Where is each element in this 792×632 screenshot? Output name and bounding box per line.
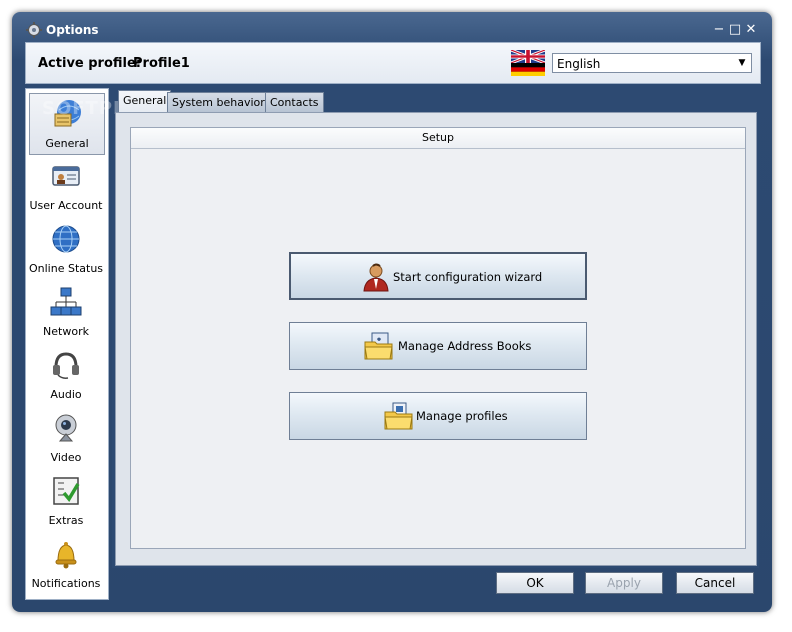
sidebar-item-label: Network <box>43 325 89 338</box>
sidebar-item-notifications[interactable]: Notifications <box>29 534 103 594</box>
manage-address-books-button[interactable]: Manage Address Books <box>289 322 587 370</box>
sidebar-item-label: Notifications <box>31 577 101 590</box>
language-select[interactable]: English ▼ <box>552 53 752 73</box>
manage-profiles-label: Manage profiles <box>416 409 508 423</box>
user-wizard-icon <box>363 263 389 292</box>
sidebar-item-extras[interactable]: Extras <box>29 471 103 531</box>
ok-button[interactable]: OK <box>496 572 574 594</box>
sidebar-item-network[interactable]: Network <box>29 282 103 342</box>
id-card-icon <box>52 166 80 186</box>
headset-icon <box>53 352 79 379</box>
language-value: English <box>557 57 601 71</box>
sidebar-item-label: Online Status <box>29 262 104 275</box>
active-profile-value: Profile1 <box>133 56 190 71</box>
minimize-button[interactable]: − <box>712 22 726 37</box>
sidebar-item-label: Audio <box>50 388 82 401</box>
network-icon <box>50 287 82 316</box>
sidebar-item-label: Extras <box>48 514 84 527</box>
sidebar-item-online-status[interactable]: Online Status <box>29 219 103 279</box>
tab-general[interactable]: General <box>118 90 172 112</box>
apply-button[interactable]: Apply <box>585 572 663 594</box>
bell-icon <box>55 542 77 569</box>
active-profile-label: Active profile: <box>38 56 142 71</box>
cancel-button[interactable]: Cancel <box>676 572 754 594</box>
webcam-icon <box>55 414 77 442</box>
sidebar-item-label: User Account <box>29 199 103 212</box>
setup-header: Setup <box>131 128 745 149</box>
options-window: Options − □ ✕ Active profile: Profile1 E… <box>12 12 772 612</box>
sidebar-item-audio[interactable]: Audio <box>29 345 103 405</box>
manage-profiles-button[interactable]: Manage profiles <box>289 392 587 440</box>
checklist-icon <box>53 477 80 505</box>
globe-icon <box>52 225 80 253</box>
tab-panel: Setup Start configuration wizard Manage … <box>115 112 757 566</box>
sidebar-item-video[interactable]: Video <box>29 408 103 468</box>
folder-profile-icon <box>384 402 413 430</box>
sidebar-item-label: Video <box>50 451 82 464</box>
tab-system-behavior[interactable]: System behavior <box>167 92 270 112</box>
profile-bar: Active profile: Profile1 English ▼ <box>25 42 761 84</box>
start-configuration-wizard-button[interactable]: Start configuration wizard <box>289 252 587 300</box>
setup-group: Setup Start configuration wizard Manage … <box>130 127 746 549</box>
tab-contacts[interactable]: Contacts <box>265 92 324 112</box>
sidebar: General User Account Online Status Netwo… <box>25 88 109 600</box>
sidebar-item-label: General <box>45 137 89 150</box>
maximize-button[interactable]: □ <box>728 22 742 37</box>
manage-address-books-label: Manage Address Books <box>398 339 532 353</box>
sidebar-item-user-account[interactable]: User Account <box>29 156 103 216</box>
start-configuration-wizard-label: Start configuration wizard <box>393 270 543 284</box>
uk-germany-flag-icon <box>511 50 545 76</box>
chevron-down-icon[interactable]: ▼ <box>735 56 749 70</box>
folder-address-book-icon <box>364 332 393 360</box>
title-bar[interactable]: Options − □ ✕ <box>12 12 772 40</box>
gear-icon <box>26 22 42 38</box>
window-title: Options <box>46 23 99 37</box>
close-button[interactable]: ✕ <box>744 22 758 37</box>
